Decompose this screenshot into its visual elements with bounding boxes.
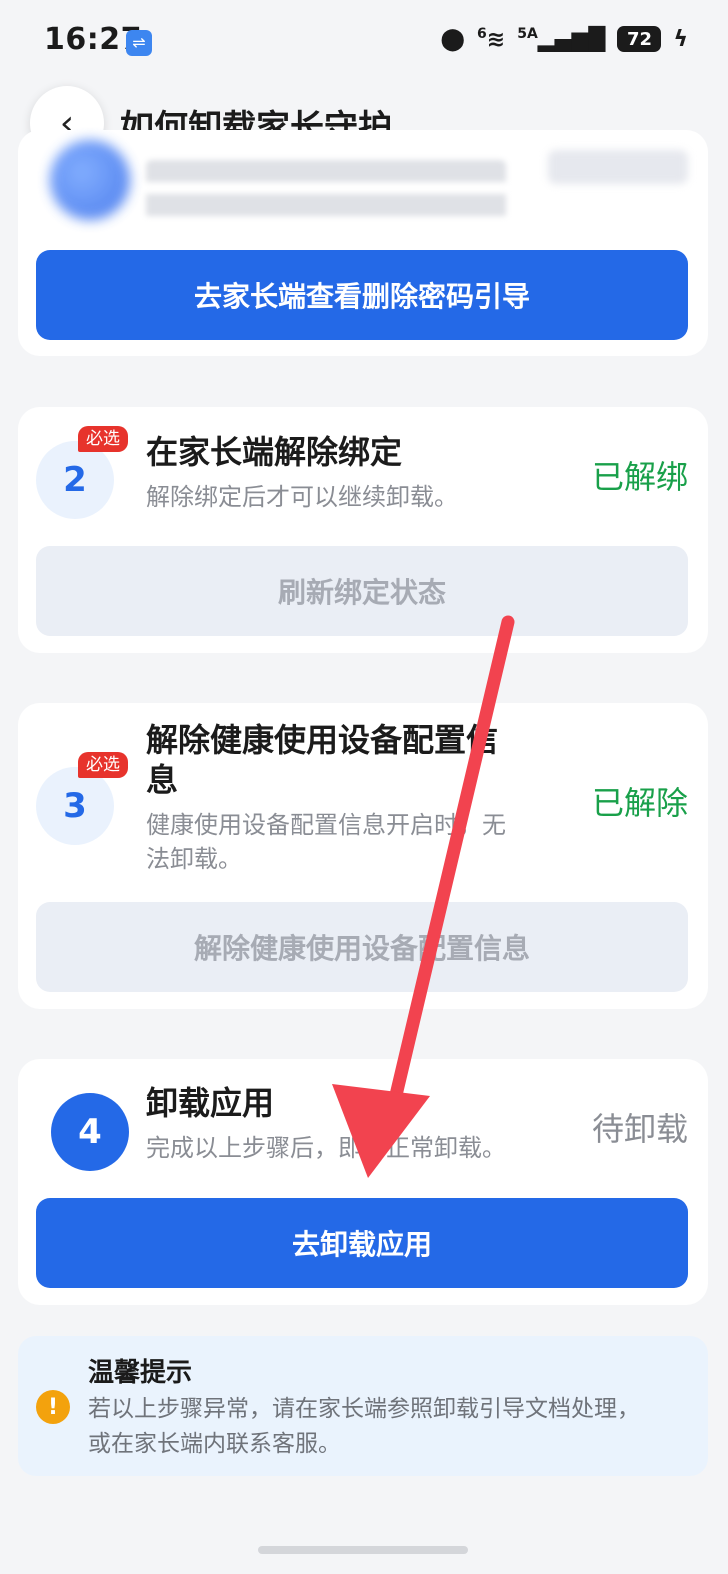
step3-desc: 健康使用设备配置信息开启时，无 法卸载。 bbox=[146, 808, 566, 876]
step1-status-blurred bbox=[548, 150, 688, 184]
step3-status: 已解除 bbox=[591, 784, 688, 822]
charging-icon: ϟ bbox=[673, 26, 688, 52]
step2-status: 已解绑 bbox=[591, 458, 688, 496]
step4-desc: 完成以上步骤后，即可正常卸载。 bbox=[146, 1134, 506, 1162]
step3-required-badge: 必选 bbox=[78, 752, 128, 778]
step2-required-badge: 必选 bbox=[78, 426, 128, 452]
step4-status: 待卸载 bbox=[591, 1110, 688, 1148]
status-icons: ⬤ 6≋ 5A▂▄▆█ 72 ϟ bbox=[440, 26, 688, 52]
wifi-icon: 6≋ bbox=[477, 26, 506, 53]
tip-body: 若以上步骤异常，请在家长端参照卸载引导文档处理， 或在家长端内联系客服。 bbox=[88, 1392, 688, 1462]
tip-body-line1: 若以上步骤异常，请在家长端参照卸载引导文档处理， bbox=[88, 1396, 640, 1422]
battery-indicator: 72 bbox=[617, 26, 662, 53]
warning-icon: ! bbox=[36, 1390, 70, 1424]
step3-number: 3 bbox=[36, 767, 114, 845]
step3-title-line2: 息 bbox=[146, 761, 179, 799]
view-delete-password-guide-button[interactable]: 去家长端查看删除密码引导 bbox=[36, 250, 688, 340]
tip-title: 温馨提示 bbox=[88, 1358, 193, 1388]
home-indicator bbox=[258, 1546, 468, 1554]
cellular-signal-icon: 5A▂▄▆█ bbox=[517, 26, 606, 53]
step1-desc-blurred bbox=[146, 160, 506, 220]
location-hd-icon: ⬤ bbox=[440, 26, 466, 52]
step2-desc: 解除绑定后才可以继续卸载。 bbox=[146, 483, 458, 511]
refresh-binding-status-button[interactable]: 刷新绑定状态 bbox=[36, 546, 688, 636]
disable-health-config-button[interactable]: 解除健康使用设备配置信息 bbox=[36, 902, 688, 992]
step2-number: 2 bbox=[36, 441, 114, 519]
usb-icon: ⇌ bbox=[126, 30, 152, 56]
step2-title: 在家长端解除绑定 bbox=[146, 433, 403, 471]
step3-title-line1: 解除健康使用设备配置信 bbox=[146, 721, 499, 759]
step4-title: 卸载应用 bbox=[146, 1084, 275, 1122]
go-uninstall-app-button[interactable]: 去卸载应用 bbox=[36, 1198, 688, 1288]
step3-desc-line2: 法卸载。 bbox=[146, 845, 242, 873]
step3-desc-line1: 健康使用设备配置信息开启时，无 bbox=[146, 811, 506, 839]
step1-avatar-blurred bbox=[50, 140, 130, 220]
tip-body-line2: 或在家长端内联系客服。 bbox=[88, 1431, 341, 1457]
step4-number: 4 bbox=[51, 1093, 129, 1171]
step3-title: 解除健康使用设备配置信 息 bbox=[146, 720, 546, 800]
